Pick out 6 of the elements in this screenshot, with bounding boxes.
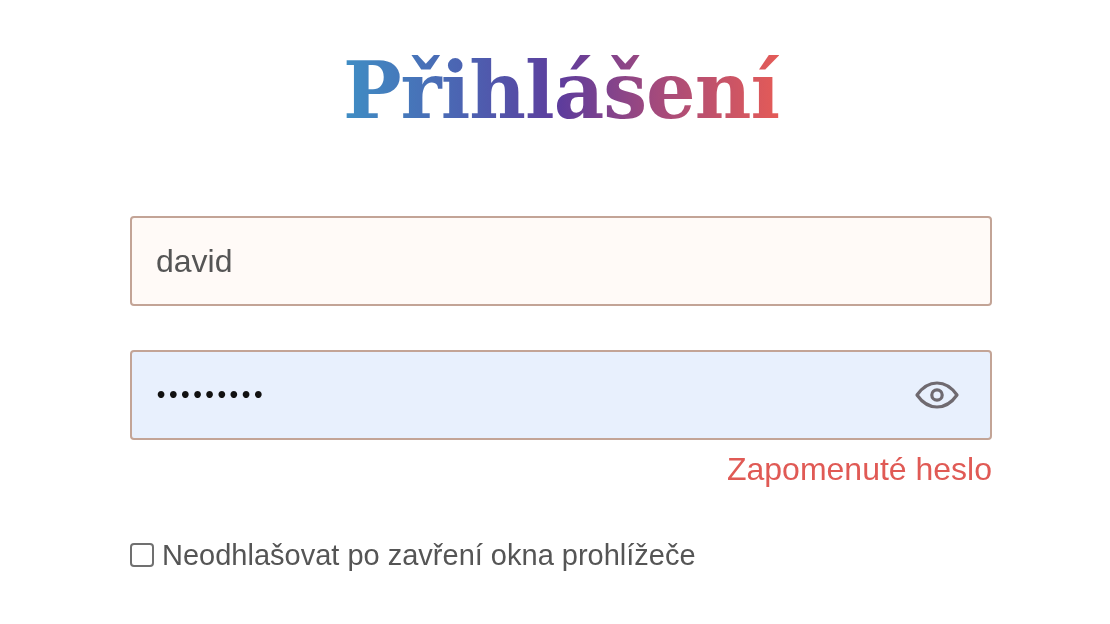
eye-icon[interactable] [914, 381, 960, 409]
checkbox-label: Neodhlašovat po zavření okna prohlížeče [162, 538, 696, 572]
username-field[interactable]: david [130, 216, 992, 306]
checkbox[interactable] [130, 543, 154, 567]
forgot-password-link[interactable]: Zapomenuté heslo [726, 450, 992, 488]
password-field[interactable]: ••••••••• [130, 350, 992, 440]
